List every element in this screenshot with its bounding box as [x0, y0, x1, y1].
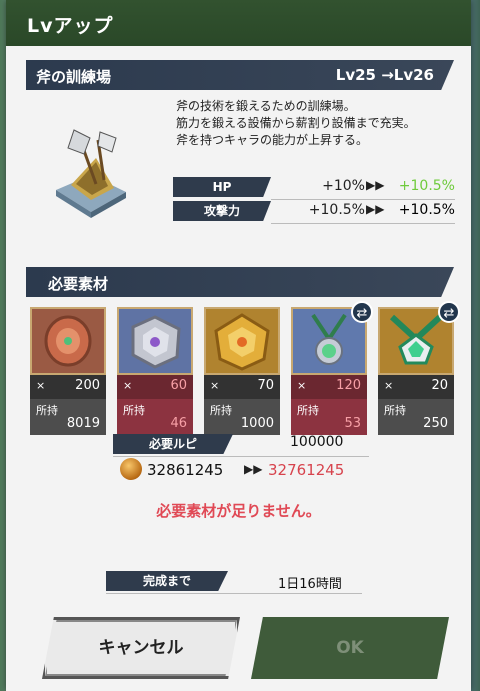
material-required: × 20	[378, 375, 454, 399]
dialog-title: Lvアップ	[6, 0, 471, 46]
stat-current: +10%	[322, 178, 365, 194]
required-count: 20	[431, 378, 448, 393]
stat-row-attack: 攻撃力 +10.5% ▶▶ +10.5%	[173, 201, 455, 224]
ok-button[interactable]: OK	[251, 617, 449, 679]
divider	[106, 593, 362, 594]
owned-label: 所持	[384, 404, 406, 417]
material-required: × 120	[291, 375, 367, 399]
material-owned: 所持 250	[378, 399, 454, 435]
divider	[113, 456, 369, 457]
level-up-dialog: Lvアップ 斧の訓練場 Lv25 →Lv26 斧の技術を鍛えるための訓練場。 筋…	[6, 0, 471, 691]
divider	[271, 199, 455, 200]
double-arrow-icon: ▶▶	[366, 178, 385, 192]
required-count: 120	[336, 378, 361, 393]
material-owned: 所持 53	[291, 399, 367, 435]
required-count: 70	[257, 378, 274, 393]
material-item[interactable]: ⇄ × 120 所持 53	[291, 301, 373, 435]
silver-medal-icon	[117, 307, 193, 375]
owned-count: 250	[423, 416, 448, 431]
axe-training-ground-icon	[46, 120, 136, 220]
ruby-after: 32761245	[268, 461, 345, 479]
required-count: 200	[75, 378, 100, 393]
material-item[interactable]: ⇄ × 20 所持 250	[378, 301, 460, 435]
owned-count: 1000	[240, 416, 274, 431]
material-owned: 所持 1000	[204, 399, 280, 435]
material-item[interactable]: × 70 所持 1000	[204, 307, 280, 435]
stat-label: HP	[173, 177, 271, 197]
double-arrow-icon: ▶▶	[366, 202, 385, 216]
material-owned: 所持 8019	[30, 399, 106, 435]
owned-count: 53	[344, 416, 361, 431]
stat-next: +10.5%	[398, 178, 455, 194]
gold-medal-icon	[204, 307, 280, 375]
material-required: × 200	[30, 375, 106, 399]
owned-label: 所持	[36, 404, 58, 417]
owned-count: 46	[170, 416, 187, 431]
material-item[interactable]: × 60 所持 46	[117, 307, 193, 435]
required-count: 60	[170, 378, 187, 393]
cancel-button[interactable]: キャンセル	[42, 617, 240, 679]
owned-label: 所持	[123, 404, 145, 417]
level-from: Lv25	[335, 66, 376, 84]
completion-label: 完成まで	[106, 571, 228, 591]
facility-level: Lv25 →Lv26	[336, 66, 434, 84]
ruby-coin-icon	[120, 458, 142, 480]
material-required: × 60	[117, 375, 193, 399]
bronze-medal-icon	[30, 307, 106, 375]
stat-row-hp: HP +10% ▶▶ +10.5%	[173, 177, 455, 200]
shortage-warning: 必要素材が足りません。	[156, 502, 321, 520]
swap-icon[interactable]: ⇄	[438, 301, 460, 323]
stat-next: +10.5%	[398, 202, 455, 218]
description-line: 斧を持つキャラの能力が上昇する。	[176, 133, 369, 147]
ruby-label: 必要ルピ	[113, 434, 233, 454]
facility-description: 斧の技術を鍛えるための訓練場。 筋力を鍛える設備から薪割り設備まで充実。 斧を持…	[176, 98, 466, 149]
material-owned: 所持 46	[117, 399, 193, 435]
level-to: →Lv26	[381, 66, 434, 84]
owned-count: 8019	[66, 416, 100, 431]
material-item[interactable]: × 200 所持 8019	[30, 307, 106, 435]
stat-current: +10.5%	[308, 202, 365, 218]
owned-label: 所持	[210, 404, 232, 417]
swap-icon[interactable]: ⇄	[351, 301, 373, 323]
materials-section-title: 必要素材	[26, 267, 454, 297]
ruby-required: 100000	[290, 434, 344, 450]
stat-label: 攻撃力	[173, 201, 271, 221]
facility-bar: 斧の訓練場 Lv25 →Lv26	[26, 60, 454, 90]
facility-name: 斧の訓練場	[36, 68, 112, 86]
description-line: 斧の技術を鍛えるための訓練場。	[176, 99, 356, 113]
ruby-current: 32861245	[147, 461, 224, 479]
owned-label: 所持	[297, 404, 319, 417]
divider	[271, 223, 455, 224]
description-line: 筋力を鍛える設備から薪割り設備まで充実。	[176, 116, 416, 130]
completion-time: 1日16時間	[278, 577, 342, 592]
double-arrow-icon: ▶▶	[244, 462, 263, 476]
material-required: × 70	[204, 375, 280, 399]
